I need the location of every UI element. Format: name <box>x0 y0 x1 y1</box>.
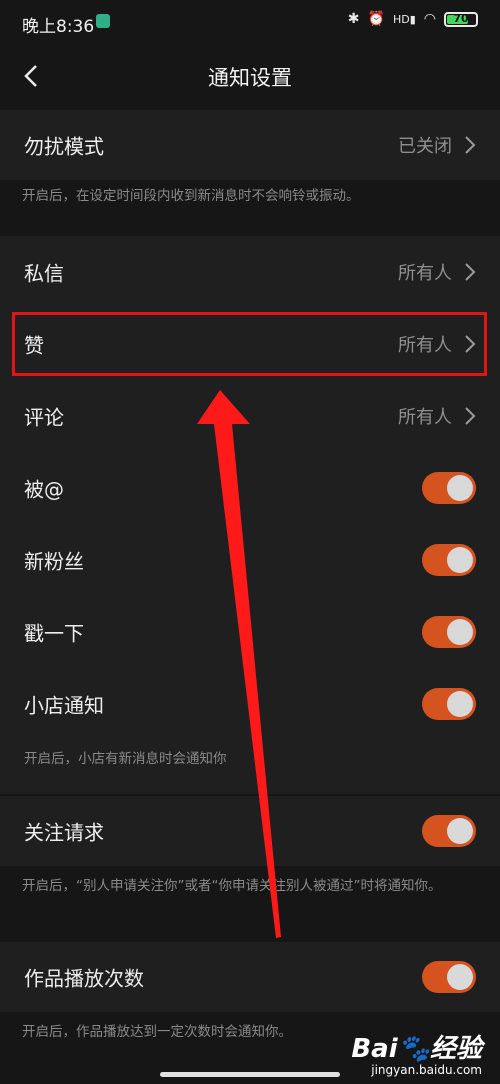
row-label: 作品播放次数 <box>24 966 144 991</box>
chevron-right-icon <box>465 136 476 154</box>
follow-requests-toggle[interactable] <box>422 815 476 847</box>
app-notification-icon <box>96 14 110 28</box>
row-private-message[interactable]: 私信 所有人 <box>0 236 500 308</box>
row-play-count: 作品播放次数 <box>0 942 500 1012</box>
toggle-knob <box>447 964 473 990</box>
row-comments[interactable]: 评论 所有人 <box>0 380 500 452</box>
baidu-watermark: Bai🐾经验 jingyan.baidu.com <box>351 1028 482 1077</box>
row-new-followers: 新粉丝 <box>0 524 500 596</box>
highlight-box <box>12 312 487 376</box>
status-time: 晚上8:36 <box>22 17 95 37</box>
mentions-toggle[interactable] <box>422 472 476 504</box>
row-follow-requests: 关注请求 <box>0 796 500 866</box>
status-icons: ✱ ⏰ HD▮ ◠ 70 <box>348 11 478 27</box>
row-shop-notifications: 小店通知 <box>0 668 500 740</box>
row-mentions: 被@ <box>0 452 500 524</box>
row-label: 关注请求 <box>24 820 104 845</box>
row-label: 被@ <box>24 477 64 502</box>
signal-icon: HD▮ <box>392 12 416 26</box>
shop-notifications-toggle[interactable] <box>422 688 476 720</box>
home-indicator[interactable] <box>160 1072 340 1077</box>
alarm-icon: ⏰ <box>367 11 385 27</box>
watermark-url: jingyan.baidu.com <box>371 1063 482 1077</box>
new-followers-toggle[interactable] <box>422 544 476 576</box>
shop-hint: 开启后，小店有新消息时会通知你 <box>0 740 500 794</box>
row-dnd[interactable]: 勿扰模式 已关闭 <box>0 110 500 180</box>
toggle-knob <box>447 619 473 645</box>
bluetooth-icon: ✱ <box>347 11 360 27</box>
watermark-logo: Bai🐾经验 <box>351 1034 482 1064</box>
dnd-hint: 开启后，在设定时间段内收到新消息时不会响铃或振动。 <box>0 186 500 226</box>
row-label: 勿扰模式 <box>24 134 104 159</box>
row-value: 所有人 <box>398 407 452 428</box>
toggle-knob <box>447 547 473 573</box>
toggle-knob <box>447 818 473 844</box>
row-value: 已关闭 <box>398 136 452 157</box>
row-label: 评论 <box>24 405 64 430</box>
play-count-toggle[interactable] <box>422 961 476 993</box>
poke-toggle[interactable] <box>422 616 476 648</box>
battery-level: 70 <box>453 11 469 25</box>
status-bar: 晚上8:36 ✱ ⏰ HD▮ ◠ 70 <box>0 0 500 44</box>
row-label: 私信 <box>24 261 64 286</box>
top-bar: 通知设置 <box>0 44 500 108</box>
row-value: 所有人 <box>398 263 452 284</box>
page-title: 通知设置 <box>208 66 292 90</box>
battery-icon: 70 <box>444 11 478 27</box>
chevron-right-icon <box>465 263 476 281</box>
wifi-icon: ◠ <box>423 11 436 27</box>
toggle-knob <box>447 475 473 501</box>
row-label: 新粉丝 <box>24 549 84 574</box>
row-label: 戳一下 <box>24 621 84 646</box>
toggle-knob <box>447 691 473 717</box>
follow-hint: 开启后，“别人申请关注你”或者“你申请关注别人被通过”时将通知你。 <box>0 876 500 936</box>
row-label: 小店通知 <box>24 693 104 718</box>
chevron-right-icon <box>465 407 476 425</box>
row-poke: 戳一下 <box>0 596 500 668</box>
